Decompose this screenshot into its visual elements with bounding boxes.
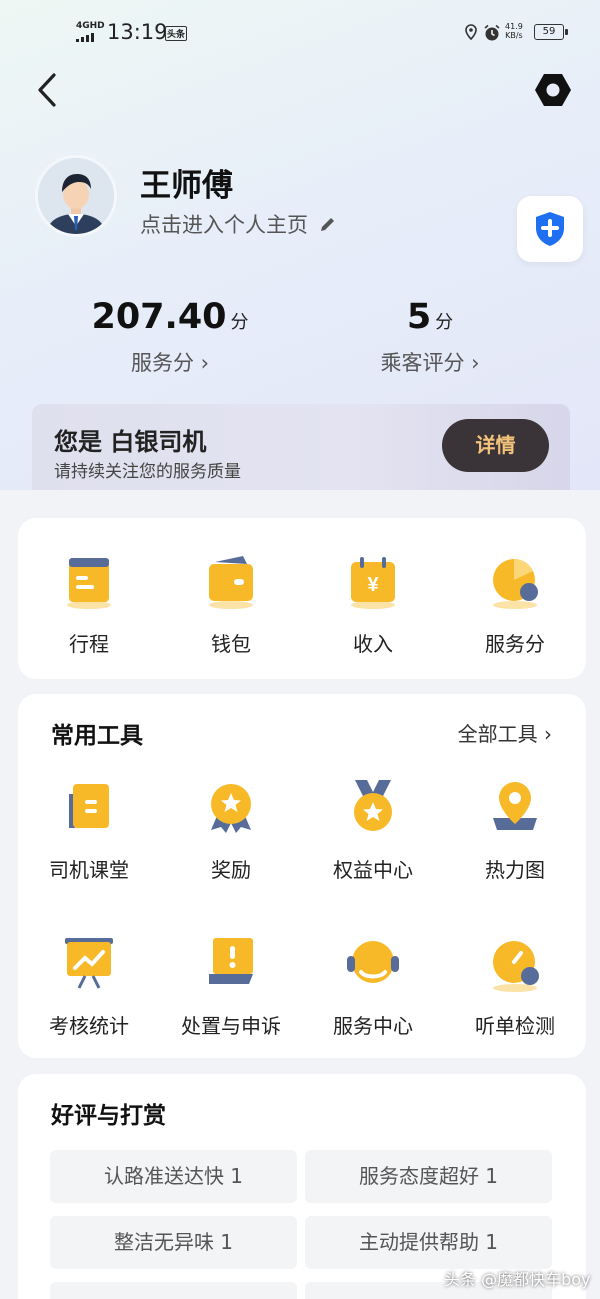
common-tools-card: 常用工具 全部工具 › 司机课堂 奖励 权益中心 热力图 考核统计 处置与申诉 …	[18, 694, 586, 1058]
tool-service-center[interactable]: 服务中心	[302, 934, 444, 1039]
itinerary-label: 行程	[69, 632, 109, 656]
review-tag[interactable]: 主动提供帮助 1	[305, 1216, 552, 1269]
passenger-rating-value: 5	[406, 297, 432, 337]
clock: 13:19	[107, 20, 168, 44]
tool-label: 服务中心	[333, 1014, 413, 1038]
appeal-icon	[209, 938, 253, 984]
review-tag[interactable]: 认路准送达快 1	[50, 1150, 297, 1203]
driver-name: 王师傅	[140, 168, 233, 204]
reviews-title: 好评与打赏	[51, 1103, 166, 1129]
level-subtitle: 请持续关注您的服务质量	[54, 462, 241, 482]
tool-label: 权益中心	[333, 858, 413, 882]
settings-hex-icon[interactable]	[533, 70, 573, 110]
service-score-stat[interactable]: 207.40 分 服务分 ›	[50, 297, 290, 377]
driver-level-banner: 您是 白银司机 请持续关注您的服务质量 详情	[32, 404, 570, 490]
tool-heatmap[interactable]: 热力图	[444, 778, 586, 883]
driver-class-icon	[69, 784, 109, 828]
service-score-value: 207.40	[91, 297, 227, 337]
tool-reward[interactable]: 奖励	[160, 778, 302, 883]
heatmap-icon	[493, 782, 537, 830]
tools-title: 常用工具	[51, 723, 143, 749]
reward-icon	[211, 784, 251, 833]
tool-label: 听单检测	[475, 1014, 555, 1038]
income-icon: ¥	[351, 557, 395, 609]
all-tools-link[interactable]: 全部工具 ›	[458, 718, 552, 747]
homepage-link[interactable]: 点击进入个人主页	[140, 209, 338, 239]
signal-bars-icon	[76, 33, 105, 42]
back-arrow-icon[interactable]	[30, 70, 66, 110]
tool-label: 热力图	[485, 858, 545, 882]
alarm-icon	[484, 24, 500, 41]
net-speed-unit: KB/s	[505, 31, 523, 40]
tool-label: 处置与申诉	[181, 1014, 281, 1038]
tool-label: 司机课堂	[49, 858, 129, 882]
shield-icon	[536, 212, 564, 246]
svg-text:¥: ¥	[367, 574, 379, 596]
itinerary-button[interactable]: 行程	[18, 552, 160, 657]
service-score-icon	[493, 559, 538, 609]
review-tag[interactable]: 服务态度超好 1	[305, 1150, 552, 1203]
tool-order-check[interactable]: 听单检测	[444, 934, 586, 1039]
status-bar: 4GHD 13:19 头条 41.9 KB/s 59	[0, 18, 600, 50]
net-speed-value: 41.9	[505, 22, 523, 31]
assessment-stats-icon	[65, 938, 113, 989]
wallet-button[interactable]: 钱包	[160, 552, 302, 657]
location-icon	[465, 24, 477, 40]
review-tag[interactable]: 整洁无异味 1	[50, 1216, 297, 1269]
service-score-label: 服务分 ›	[130, 351, 210, 375]
income-label: 收入	[353, 632, 393, 656]
safety-shield-button[interactable]	[517, 196, 583, 262]
wallet-icon	[209, 556, 253, 609]
network-type: 4GHD	[76, 21, 105, 31]
passenger-rating-label: 乘客评分 ›	[380, 351, 480, 375]
net-speed: 41.9 KB/s	[505, 22, 523, 40]
service-center-icon	[347, 941, 399, 983]
service-score-button[interactable]: 服务分	[444, 552, 586, 657]
app-badge: 头条	[165, 26, 188, 41]
edit-pencil-icon	[321, 216, 336, 231]
signal-indicator: 4GHD	[76, 22, 105, 42]
level-title: 您是 白银司机	[54, 428, 207, 456]
review-tag-partial[interactable]	[50, 1282, 297, 1299]
passenger-rating-stat[interactable]: 5分 乘客评分 ›	[310, 297, 550, 377]
homepage-link-label: 点击进入个人主页	[140, 213, 308, 237]
income-button[interactable]: ¥ 收入	[302, 552, 444, 657]
wallet-label: 钱包	[211, 632, 251, 656]
passenger-rating-unit: 分	[435, 312, 454, 333]
tool-benefits[interactable]: 权益中心	[302, 778, 444, 883]
service-score-unit: 分	[230, 312, 249, 333]
benefits-icon	[354, 780, 392, 831]
driver-avatar-icon	[38, 158, 114, 234]
quick-actions-card: 行程 钱包 ¥ 收入 服务分	[18, 518, 586, 679]
service-score-label-btn: 服务分	[485, 632, 545, 656]
order-check-icon	[493, 941, 539, 992]
battery-icon: 59	[534, 24, 568, 40]
avatar[interactable]	[35, 155, 117, 237]
tool-label: 考核统计	[49, 1014, 129, 1038]
tool-assessment-stats[interactable]: 考核统计	[18, 934, 160, 1039]
tool-label: 奖励	[211, 858, 251, 882]
watermark: 头条 @魔都快车boy	[444, 1270, 591, 1289]
tool-driver-class[interactable]: 司机课堂	[18, 778, 160, 883]
level-detail-button[interactable]: 详情	[442, 419, 549, 472]
itinerary-icon	[67, 558, 111, 609]
tool-appeal[interactable]: 处置与申诉	[160, 934, 302, 1039]
